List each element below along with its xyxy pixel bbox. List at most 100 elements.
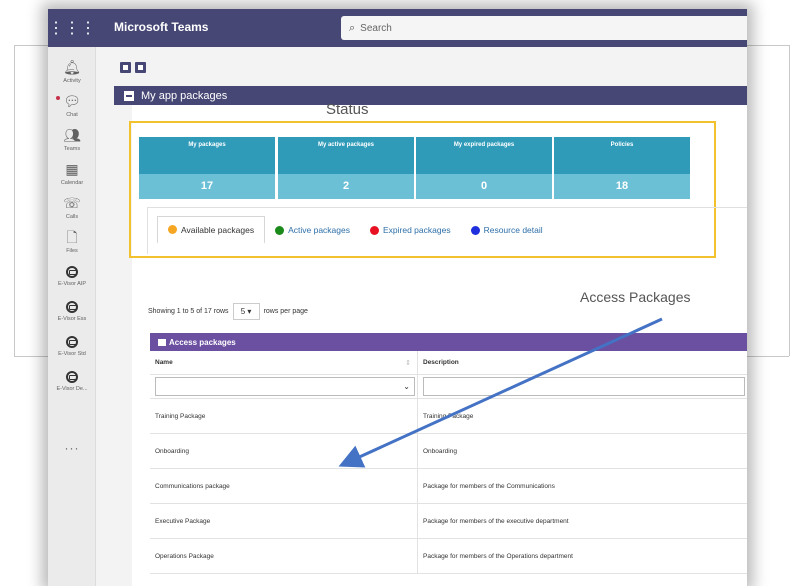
cell-description: Onboarding <box>423 447 457 455</box>
toolbar-icons <box>120 62 146 73</box>
tab-label: Expired packages <box>383 225 451 235</box>
tab-active-packages[interactable]: Active packages <box>265 216 360 244</box>
waffle-icon[interactable]: ⋮⋮⋮ <box>48 9 96 47</box>
section-header[interactable]: My app packages <box>114 86 747 105</box>
tab-label: Resource detail <box>483 225 543 235</box>
tab-available-packages[interactable]: Available packages <box>157 216 266 244</box>
rail-item-activity[interactable]: 🔔︎ Activity <box>48 59 96 84</box>
table-row[interactable]: Training Package Training Package <box>150 399 747 434</box>
left-rail: 🔔︎ Activity 💬︎ Chat 👥︎ Teams ▦ Calendar … <box>48 47 96 586</box>
cell-description: Package for members of the Communication… <box>423 482 555 490</box>
evisor-icon <box>66 301 78 313</box>
expand-icon[interactable] <box>120 62 131 73</box>
filter-cell: ⌄ <box>150 375 418 398</box>
tab-strip: Available packages Active packages Expir… <box>157 216 553 244</box>
card-label: My expired packages <box>416 137 552 174</box>
table-row[interactable]: Operations Package Package for members o… <box>150 539 747 574</box>
page-size-select[interactable]: 5 ▾ <box>232 303 260 320</box>
search-placeholder: Search <box>360 22 392 34</box>
section-title: My app packages <box>141 89 228 102</box>
green-dot-icon <box>275 225 285 235</box>
tab-expired-packages[interactable]: Expired packages <box>360 216 461 244</box>
cell-name: Executive Package <box>150 504 418 538</box>
collapse-icon[interactable] <box>135 62 146 73</box>
evisor-icon <box>66 371 78 383</box>
table-row[interactable]: Onboarding Onboarding <box>150 434 747 469</box>
sort-icon[interactable]: ⇕ <box>405 359 411 367</box>
access-packages-table: Access packages Name ⇕ Description ⌄ Tra… <box>150 333 747 574</box>
column-header-name[interactable]: Name ⇕ <box>150 351 418 374</box>
teams-icon: 👥︎ <box>63 127 81 143</box>
card-value: 2 <box>278 174 414 199</box>
rail-item-calendar[interactable]: ▦ Calendar <box>48 161 96 186</box>
table-row[interactable]: Communications package Package for membe… <box>150 469 747 504</box>
calendar-icon: ▦ <box>65 161 79 177</box>
rail-item-label: E-Visor Std <box>58 351 86 357</box>
rail-item-evisor-aip[interactable]: E-Visor AIP <box>48 266 96 287</box>
table-row[interactable]: Executive Package Package for members of… <box>150 504 747 539</box>
rail-item-calls[interactable]: ☏ Calls <box>48 195 96 220</box>
evisor-icon <box>66 266 78 278</box>
red-dot-icon <box>370 225 379 235</box>
column-header-description[interactable]: Description <box>418 351 747 374</box>
frame-line-left <box>14 45 15 356</box>
column-label: Name <box>155 359 173 366</box>
card-my-packages[interactable]: My packages 17 <box>139 137 275 199</box>
card-value: 17 <box>139 174 275 199</box>
name-filter-select[interactable]: ⌄ <box>155 377 415 396</box>
card-value: 0 <box>416 174 552 199</box>
tab-resource-detail[interactable]: Resource detail <box>461 216 553 244</box>
screenshot-root: ⋮⋮⋮ Microsoft Teams ⌕ Search 🔔︎ Activity… <box>0 0 793 586</box>
search-input[interactable]: ⌕ Search <box>341 16 747 40</box>
rows-per-page-label: rows per page <box>263 308 308 315</box>
page-size-value: 5 <box>240 307 246 316</box>
card-my-expired-packages[interactable]: My expired packages 0 <box>416 137 552 199</box>
search-icon: ⌕ <box>349 21 356 34</box>
showing-text: Showing 1 to 5 of 17 rows <box>148 308 229 315</box>
tab-label: Available packages <box>181 224 255 235</box>
minus-square-icon[interactable] <box>124 90 134 101</box>
rail-item-label: Files <box>66 248 78 254</box>
rail-item-label: Teams <box>63 146 81 152</box>
rail-item-evisor-de[interactable]: E-Visor De... <box>48 371 96 392</box>
app-title: Microsoft Teams <box>114 20 209 34</box>
rail-item-evisor-ess[interactable]: E-Visor Ess <box>48 301 96 322</box>
access-packages-annotation: Access Packages <box>580 289 691 305</box>
rail-item-files[interactable]: 🗋 Files <box>48 229 96 254</box>
rail-item-teams[interactable]: 👥︎ Teams <box>48 127 96 152</box>
frame-line-right <box>789 45 790 356</box>
more-apps-icon[interactable]: ··· <box>48 441 96 455</box>
rail-item-label: Calls <box>65 214 79 220</box>
card-value: 18 <box>554 174 690 199</box>
evisor-icon <box>66 336 78 348</box>
phone-icon: ☏ <box>63 195 81 211</box>
bell-icon: 🔔︎ <box>63 59 81 75</box>
tab-label: Active packages <box>288 225 350 235</box>
chat-icon: 💬︎ <box>63 93 81 109</box>
card-label: Policies <box>554 137 690 174</box>
rail-item-label: Activity <box>63 78 81 84</box>
cell-name: Training Package <box>150 399 418 433</box>
blue-dot-icon <box>470 225 480 235</box>
cell-name: Onboarding <box>150 434 418 468</box>
rail-item-label: E-Visor AIP <box>57 281 87 287</box>
rail-item-label: Calendar <box>60 180 84 186</box>
description-filter-input[interactable] <box>423 377 745 396</box>
file-icon: 🗋 <box>66 229 78 245</box>
card-policies[interactable]: Policies 18 <box>554 137 690 199</box>
table-icon <box>158 338 166 346</box>
cell-name: Operations Package <box>150 539 418 573</box>
status-annotation: Status <box>326 101 369 118</box>
orange-dot-icon <box>168 225 177 234</box>
table-header-row: Name ⇕ Description <box>150 351 747 375</box>
column-label: Description <box>423 359 459 366</box>
rail-item-evisor-std[interactable]: E-Visor Std <box>48 336 96 357</box>
card-my-active-packages[interactable]: My active packages 2 <box>278 137 414 199</box>
cell-description: Package for members of the Operations de… <box>423 552 573 560</box>
table-title: Access packages <box>169 337 236 347</box>
table-filter-row: ⌄ <box>150 375 747 399</box>
title-bar: ⋮⋮⋮ Microsoft Teams ⌕ Search <box>48 9 747 47</box>
rail-item-label: E-Visor De... <box>56 386 88 392</box>
rail-item-label: E-Visor Ess <box>57 316 87 322</box>
notification-dot <box>56 96 60 100</box>
